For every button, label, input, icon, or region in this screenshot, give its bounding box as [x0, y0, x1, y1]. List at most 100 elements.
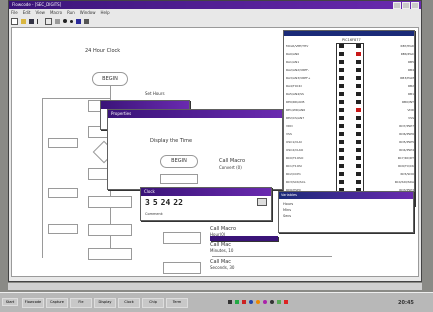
- chip-pin-indicator[interactable]: [356, 172, 361, 176]
- flow-block[interactable]: [88, 196, 132, 208]
- tray-icon[interactable]: [263, 300, 267, 304]
- chip-pin-indicator[interactable]: [339, 44, 344, 48]
- save-icon[interactable]: [29, 18, 34, 24]
- chip-pin-label: RB2: [407, 84, 414, 88]
- chip-pin-indicator[interactable]: [339, 60, 344, 64]
- maximize-button[interactable]: [402, 2, 410, 9]
- chip-pin-indicator[interactable]: [339, 140, 344, 144]
- chip-pin-indicator[interactable]: [356, 60, 361, 64]
- dialog-titlebar[interactable]: Properties: [108, 110, 282, 118]
- chip-pin-indicator[interactable]: [356, 148, 361, 152]
- open-icon[interactable]: [21, 18, 26, 24]
- dialog-begin[interactable]: BEGIN: [160, 155, 198, 168]
- clock-close-button[interactable]: [257, 198, 267, 206]
- chip-pin-label: RC0/T1OSO: [286, 156, 304, 160]
- chip-pin-indicator[interactable]: [356, 164, 361, 168]
- chip-pin-indicator[interactable]: [356, 140, 361, 144]
- chip-pin: RA4/T0CKI: [286, 83, 344, 89]
- cut-icon[interactable]: [37, 18, 42, 24]
- flow-block[interactable]: [48, 188, 78, 198]
- flow-block[interactable]: [48, 224, 78, 234]
- variable-line: Secs: [283, 214, 292, 218]
- flowchart-begin[interactable]: BEGIN: [92, 72, 128, 86]
- chip-pin-indicator[interactable]: [339, 148, 344, 152]
- chip-pin-indicator[interactable]: [356, 100, 361, 104]
- chip-pin-indicator[interactable]: [339, 132, 344, 136]
- chip-pin-indicator[interactable]: [356, 76, 361, 80]
- flow-block[interactable]: [163, 262, 201, 274]
- close-button[interactable]: [411, 2, 419, 9]
- chip-pin-indicator[interactable]: [356, 44, 361, 48]
- new-icon[interactable]: [11, 17, 18, 25]
- taskbar-button[interactable]: Fle: [70, 298, 92, 308]
- taskbar-button[interactable]: Chip: [142, 298, 164, 308]
- chip-pin-indicator[interactable]: [339, 180, 344, 184]
- copy-icon[interactable]: [45, 17, 52, 25]
- tray-icon[interactable]: [277, 300, 281, 304]
- chip-pin-label: RC3/SCK/SCL: [286, 180, 306, 184]
- chip-pin-indicator[interactable]: [339, 116, 344, 120]
- chip-pin-indicator[interactable]: [339, 100, 344, 104]
- chip-pin-indicator[interactable]: [339, 92, 344, 96]
- lower-dialog-titlebar[interactable]: [210, 236, 278, 241]
- tray-icon[interactable]: [284, 300, 288, 304]
- chip-pin-indicator[interactable]: [356, 180, 361, 184]
- chip-pin-indicator[interactable]: [339, 172, 344, 176]
- chip-pin-indicator[interactable]: [356, 68, 361, 72]
- menu-run[interactable]: Run: [67, 10, 75, 15]
- chip-titlebar[interactable]: [284, 31, 414, 36]
- tray-icon[interactable]: [270, 300, 274, 304]
- clock-titlebar[interactable]: Clock: [141, 188, 271, 196]
- chip-pin-indicator[interactable]: [339, 68, 344, 72]
- flow-block[interactable]: [88, 248, 132, 260]
- tray-icon[interactable]: [249, 300, 253, 304]
- tray-icon[interactable]: [235, 300, 239, 304]
- taskbar-button[interactable]: Display: [94, 298, 116, 308]
- stop-icon[interactable]: [84, 18, 89, 24]
- step-icon[interactable]: [70, 19, 73, 23]
- chip-pin-indicator[interactable]: [339, 164, 344, 168]
- run-icon[interactable]: [63, 19, 67, 23]
- taskbar-button[interactable]: Flowcode: [22, 298, 44, 308]
- variables-titlebar[interactable]: [279, 192, 413, 199]
- chip-pin-indicator[interactable]: [356, 132, 361, 136]
- tray-icon[interactable]: [256, 300, 260, 304]
- pause-icon[interactable]: [76, 18, 81, 24]
- menu-macro[interactable]: Macro: [50, 10, 62, 15]
- taskbar-button[interactable]: Term: [166, 298, 188, 308]
- back-window-titlebar[interactable]: [101, 101, 189, 109]
- taskbar-button[interactable]: Capture: [46, 298, 68, 308]
- flow-block[interactable]: [163, 232, 201, 244]
- flow-block[interactable]: [88, 224, 132, 236]
- flow-block[interactable]: [48, 138, 78, 148]
- chip-pin-indicator[interactable]: [356, 108, 361, 112]
- chip-pin-indicator[interactable]: [339, 124, 344, 128]
- taskbar-button[interactable]: Clock: [118, 298, 140, 308]
- tray-icon[interactable]: [242, 300, 246, 304]
- minimize-button[interactable]: [393, 2, 401, 9]
- menu-help[interactable]: Help: [101, 10, 110, 15]
- start-button[interactable]: Start: [2, 298, 18, 306]
- menu-edit[interactable]: Edit: [23, 10, 31, 15]
- chip-pin-indicator[interactable]: [339, 52, 344, 56]
- call-macro-block[interactable]: [160, 174, 198, 184]
- chip-pin-indicator[interactable]: [356, 52, 361, 56]
- menu-file[interactable]: File: [11, 10, 18, 15]
- chip-pin-indicator[interactable]: [339, 84, 344, 88]
- chip-pin-indicator[interactable]: [339, 156, 344, 160]
- chip-pin-indicator[interactable]: [339, 108, 344, 112]
- chip-pin-label: RB4: [407, 68, 414, 72]
- chip-pin-indicator[interactable]: [356, 156, 361, 160]
- chip-pin: RA1/AN1: [286, 59, 344, 65]
- main-titlebar[interactable]: Flowcode - [SEC_DIGITS]: [9, 1, 421, 9]
- menu-view[interactable]: View: [35, 10, 45, 15]
- chip-pin-indicator[interactable]: [356, 84, 361, 88]
- chip-pin-indicator[interactable]: [356, 92, 361, 96]
- chip-pin-indicator[interactable]: [339, 76, 344, 80]
- chip-pin-indicator[interactable]: [356, 124, 361, 128]
- chip-pin: RB1: [356, 91, 414, 97]
- tray-icon[interactable]: [228, 300, 232, 304]
- menu-window[interactable]: Window: [80, 10, 96, 15]
- chip-pin-indicator[interactable]: [356, 116, 361, 120]
- paste-icon[interactable]: [55, 18, 60, 24]
